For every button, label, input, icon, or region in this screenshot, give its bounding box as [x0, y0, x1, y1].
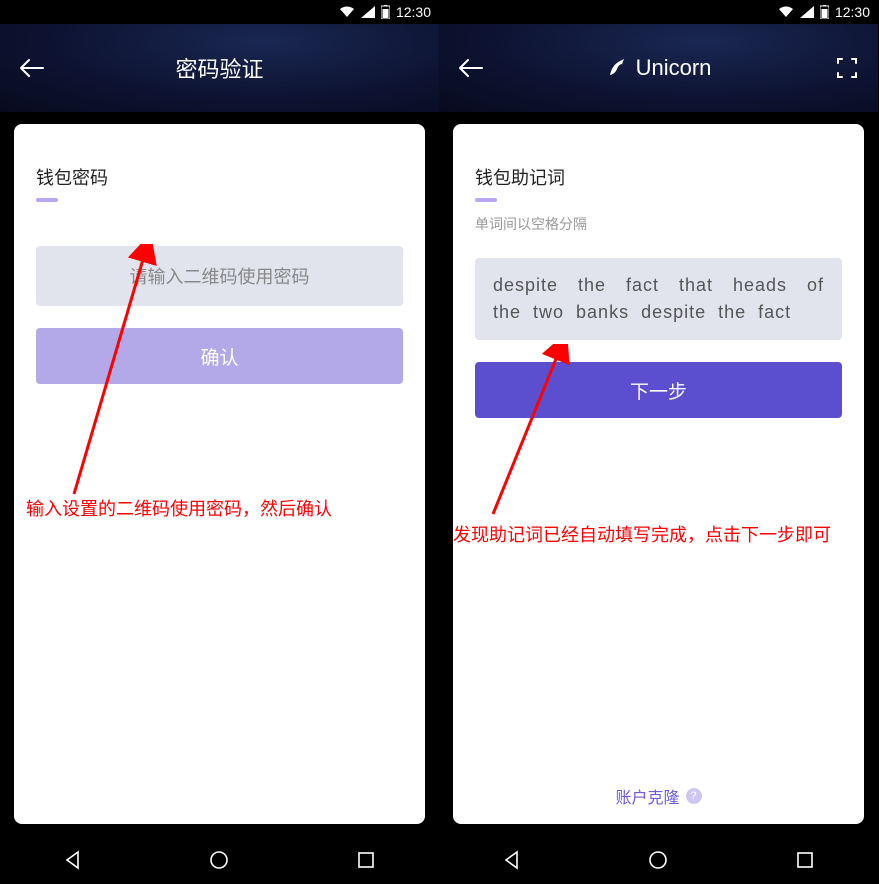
- nav-back-button[interactable]: [500, 848, 524, 872]
- nav-back-button[interactable]: [61, 848, 85, 872]
- triangle-back-icon: [502, 850, 522, 870]
- help-icon: ?: [686, 788, 702, 804]
- signal-icon: [800, 6, 814, 18]
- status-time: 12:30: [835, 4, 870, 20]
- section-title: 钱包密码: [36, 164, 403, 190]
- clone-account-link[interactable]: 账户克隆 ?: [453, 784, 864, 808]
- page-title: Unicorn: [636, 55, 712, 81]
- nav-home-button[interactable]: [207, 848, 231, 872]
- android-navbar: [0, 836, 439, 884]
- status-bar: 12:30: [0, 0, 439, 24]
- back-arrow-icon: [19, 58, 45, 78]
- android-navbar: [439, 836, 878, 884]
- status-bar: 12:30: [439, 0, 878, 24]
- content-card: 钱包密码 请输入二维码使用密码 确认 输入设置的二维码使用密码，然后确认: [14, 124, 425, 824]
- password-input[interactable]: 请输入二维码使用密码: [36, 246, 403, 306]
- square-recent-icon: [796, 851, 814, 869]
- mnemonic-input[interactable]: despite the fact that heads of the two b…: [475, 258, 842, 340]
- nav-recent-button[interactable]: [793, 848, 817, 872]
- nav-home-button[interactable]: [646, 848, 670, 872]
- back-button[interactable]: [455, 52, 487, 84]
- phone-left: 12:30 密码验证 钱包密码 请输入二维码使用密码 确认 输入设置的二维码使用…: [0, 0, 439, 884]
- status-time: 12:30: [396, 4, 431, 20]
- circle-home-icon: [209, 850, 229, 870]
- annotation-text: 输入设置的二维码使用密码，然后确认: [26, 496, 332, 523]
- back-arrow-icon: [458, 58, 484, 78]
- wifi-icon: [778, 6, 794, 18]
- back-button[interactable]: [16, 52, 48, 84]
- page-title: 密码验证: [175, 52, 263, 84]
- battery-icon: [820, 5, 829, 19]
- title-underline: [36, 198, 58, 202]
- input-placeholder: 请输入二维码使用密码: [130, 263, 310, 289]
- signal-icon: [361, 6, 375, 18]
- app-header: Unicorn: [439, 24, 878, 112]
- phone-right: 12:30 Unicorn 钱包助记词 单词间以空格分隔 despite the…: [439, 0, 878, 884]
- square-recent-icon: [357, 851, 375, 869]
- content-card: 钱包助记词 单词间以空格分隔 despite the fact that hea…: [453, 124, 864, 824]
- section-title: 钱包助记词: [475, 164, 842, 190]
- app-header: 密码验证: [0, 24, 439, 112]
- mnemonic-value: despite the fact that heads of the two b…: [493, 275, 824, 322]
- title-underline: [475, 198, 497, 202]
- scan-button[interactable]: [832, 53, 862, 83]
- clone-account-label: 账户克隆: [615, 784, 679, 808]
- next-button-label: 下一步: [630, 377, 687, 404]
- wifi-icon: [339, 6, 355, 18]
- next-button[interactable]: 下一步: [475, 362, 842, 418]
- scan-icon: [835, 56, 859, 80]
- annotation-text: 发现助记词已经自动填写完成，点击下一步即可: [453, 522, 864, 549]
- circle-home-icon: [648, 850, 668, 870]
- unicorn-icon: [606, 57, 628, 79]
- confirm-button[interactable]: 确认: [36, 328, 403, 384]
- battery-icon: [381, 5, 390, 19]
- section-subtitle: 单词间以空格分隔: [475, 214, 842, 234]
- nav-recent-button[interactable]: [354, 848, 378, 872]
- triangle-back-icon: [63, 850, 83, 870]
- confirm-button-label: 确认: [200, 343, 238, 370]
